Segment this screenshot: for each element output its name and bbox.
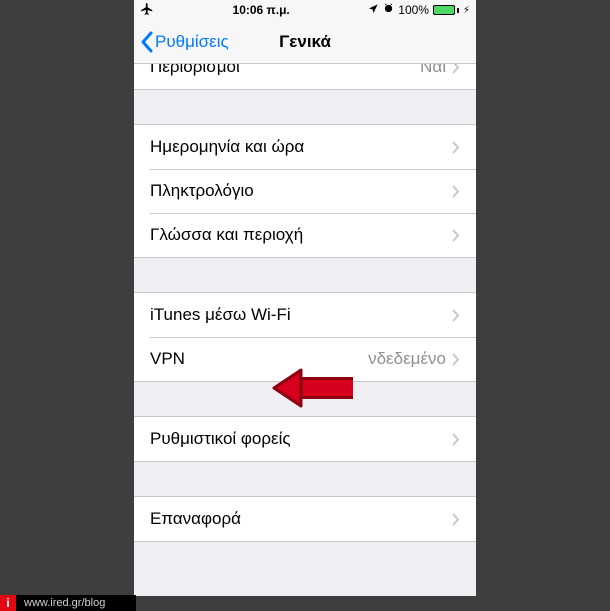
nav-bar: Ρυθμίσεις Γενικά [134,20,476,64]
row-reset[interactable]: Επαναφορά [134,497,476,541]
row-keyboard[interactable]: Πληκτρολόγιο [134,169,476,213]
row-label: Περιορισμοί [150,64,420,77]
row-label: VPN [150,349,368,369]
row-label: iTunes μέσω Wi-Fi [150,305,452,325]
chevron-right-icon [452,433,460,446]
settings-group: iTunes μέσω Wi-Fi VPN νδεδεμένο [134,292,476,382]
status-bar: 10:06 π.μ. 100% ⚡︎ [134,0,476,20]
phone-screen: 10:06 π.μ. 100% ⚡︎ Ρυθμίσεις Γενικά [134,0,476,596]
airplane-mode-icon [140,2,154,19]
row-label: Πληκτρολόγιο [150,181,452,201]
back-button[interactable]: Ρυθμίσεις [134,31,229,53]
settings-group: Ρυθμιστικοί φορείς [134,416,476,462]
chevron-right-icon [452,353,460,366]
row-restrictions[interactable]: Περιορισμοί Ναι [134,64,476,89]
chevron-right-icon [452,229,460,242]
row-value: νδεδεμένο [368,349,446,369]
settings-group: Επαναφορά [134,496,476,542]
row-regulatory[interactable]: Ρυθμιστικοί φορείς [134,417,476,461]
row-label: Επαναφορά [150,509,452,529]
chevron-right-icon [452,185,460,198]
settings-group: Περιορισμοί Ναι [134,64,476,90]
back-label: Ρυθμίσεις [155,32,229,52]
chevron-right-icon [452,141,460,154]
row-label: Γλώσσα και περιοχή [150,225,452,245]
row-itunes-wifi[interactable]: iTunes μέσω Wi-Fi [134,293,476,337]
source-badge: i [0,595,16,611]
chevron-right-icon [452,64,460,74]
row-date-time[interactable]: Ημερομηνία και ώρα [134,125,476,169]
alarm-icon [383,3,394,17]
battery-percent: 100% [398,3,429,17]
row-language-region[interactable]: Γλώσσα και περιοχή [134,213,476,257]
source-footer: i www.ired.gr/blog [0,595,136,611]
settings-group: Ημερομηνία και ώρα Πληκτρολόγιο Γλώσσα κ… [134,124,476,258]
battery-icon [433,5,459,15]
charging-icon: ⚡︎ [463,5,470,16]
status-time: 10:06 π.μ. [233,3,290,17]
chevron-left-icon [140,31,153,53]
row-value: Ναι [420,64,446,77]
row-vpn[interactable]: VPN νδεδεμένο [134,337,476,381]
row-label: Ημερομηνία και ώρα [150,137,452,157]
row-label: Ρυθμιστικοί φορείς [150,429,452,449]
chevron-right-icon [452,309,460,322]
chevron-right-icon [452,513,460,526]
settings-list[interactable]: Περιορισμοί Ναι Ημερομηνία και ώρα Πληκτ… [134,64,476,576]
location-icon [368,3,379,17]
source-url: www.ired.gr/blog [16,595,136,611]
